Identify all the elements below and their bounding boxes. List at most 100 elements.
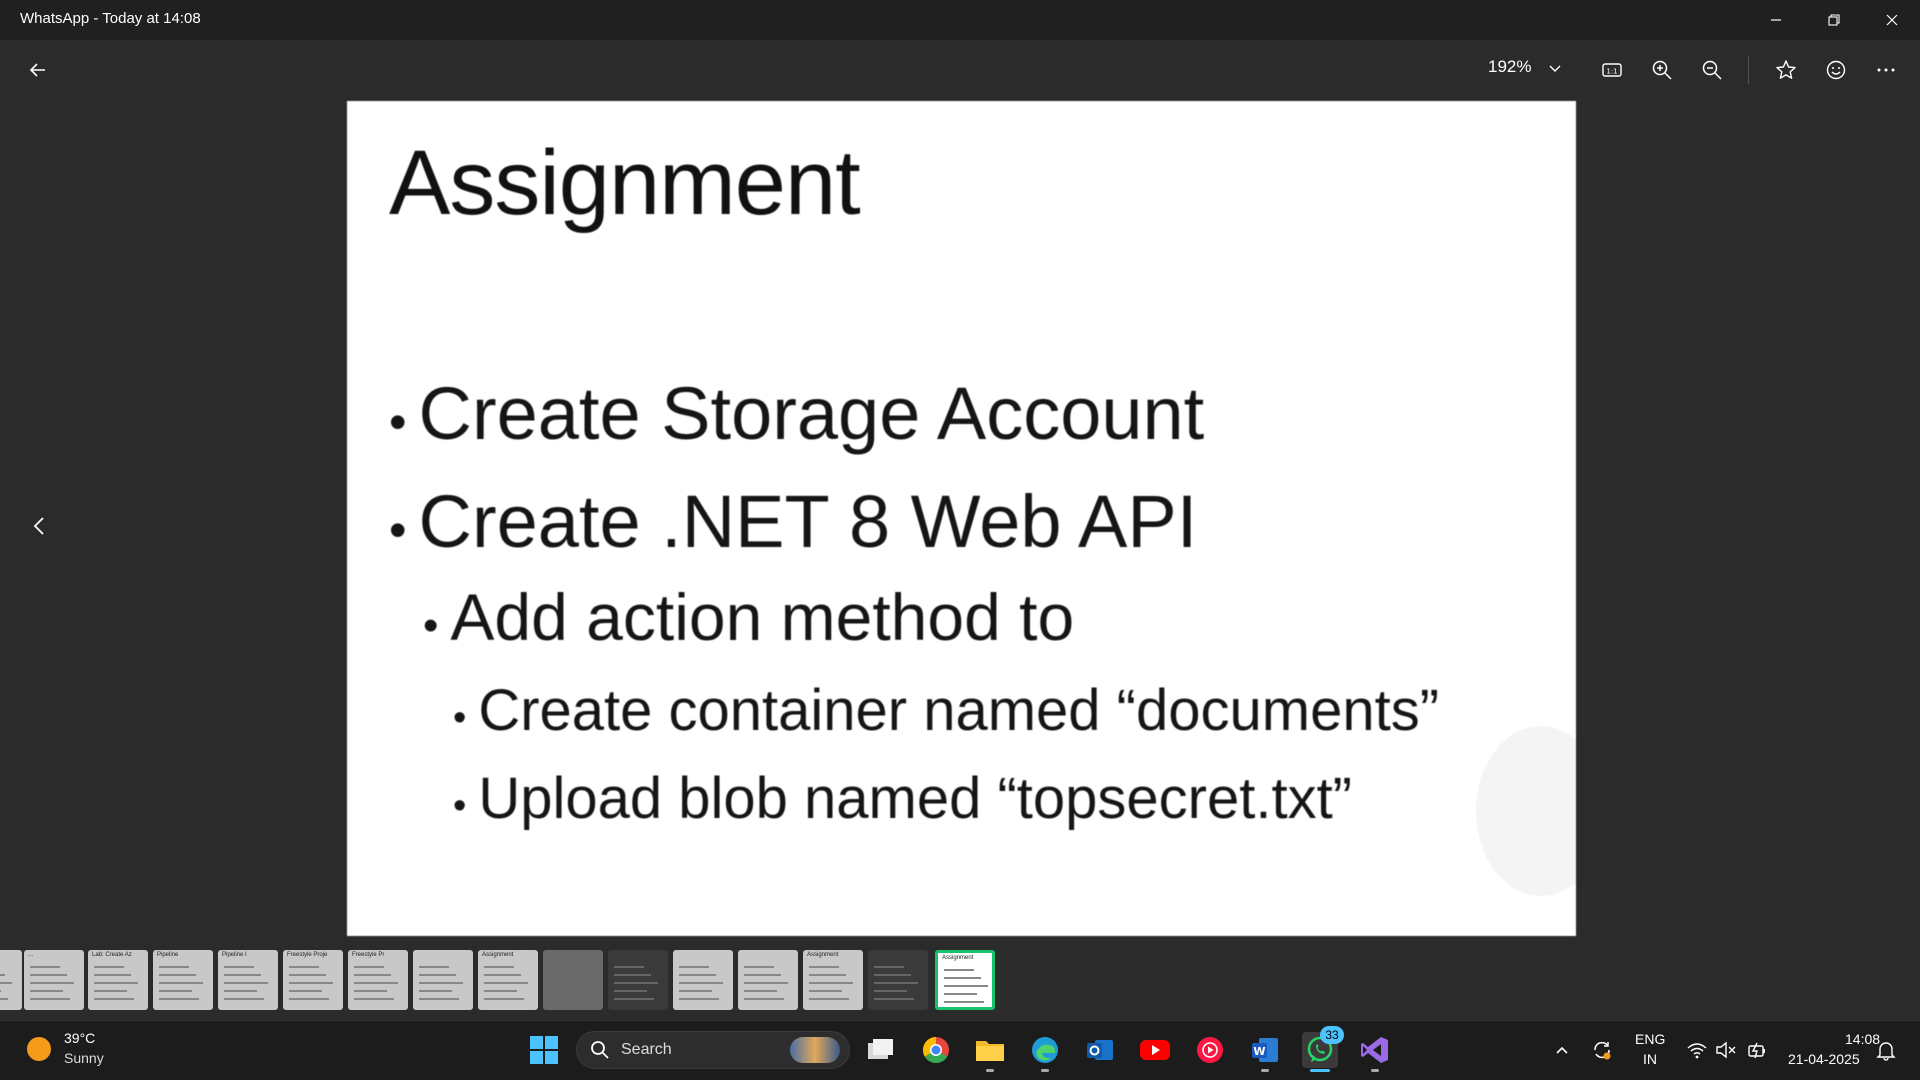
- thumbnail-text-line: [419, 982, 463, 984]
- start-button[interactable]: [526, 1032, 562, 1068]
- volume-button[interactable]: [1714, 1038, 1738, 1062]
- filmstrip-thumbnail-active[interactable]: Assignment: [935, 950, 995, 1010]
- filmstrip-thumbnail[interactable]: Assignment: [803, 950, 863, 1010]
- thumbnail-text-line: [944, 985, 988, 987]
- word-icon: W: [1252, 1038, 1278, 1062]
- filmstrip-thumbnail[interactable]: [868, 950, 928, 1010]
- thumbnail-text-line: [874, 990, 907, 992]
- zoom-out-button[interactable]: [1692, 50, 1732, 90]
- actual-size-button[interactable]: 1:1: [1592, 50, 1632, 90]
- thumbnail-text-line: [679, 982, 723, 984]
- thumbnail-text-line: [484, 974, 521, 976]
- thumbnail-text-line: [224, 974, 261, 976]
- taskbar-outlook[interactable]: [1082, 1032, 1118, 1068]
- thumbnail-text-line: [159, 966, 189, 968]
- thumbnail-text-line: [159, 998, 199, 1000]
- viewer-toolbar: 1:1: [0, 40, 1920, 100]
- minimize-button[interactable]: [1748, 0, 1804, 40]
- zoom-in-button[interactable]: [1642, 50, 1682, 90]
- language-region[interactable]: IN: [1643, 1051, 1657, 1067]
- minimize-icon: [1771, 19, 1781, 21]
- filmstrip-thumbnail[interactable]: [738, 950, 798, 1010]
- taskbar-youtube[interactable]: [1137, 1032, 1173, 1068]
- taskbar-word[interactable]: W: [1247, 1032, 1283, 1072]
- filmstrip-thumbnail[interactable]: Freestyle Pr: [348, 950, 408, 1010]
- svg-text:W: W: [1253, 1045, 1265, 1058]
- chevron-down-icon[interactable]: [1545, 58, 1565, 78]
- taskbar-youtube-music[interactable]: [1192, 1032, 1228, 1068]
- filmstrip-thumbnail[interactable]: [543, 950, 603, 1010]
- slide-bullet: • Create .NET 8 Web API: [389, 479, 1197, 564]
- taskbar: [0, 1020, 1920, 1080]
- filmstrip-thumbnail[interactable]: [673, 950, 733, 1010]
- previous-image-button[interactable]: [24, 508, 56, 544]
- weather-temperature[interactable]: 39°C: [64, 1030, 95, 1046]
- thumbnail-text-line: [419, 998, 459, 1000]
- windows-logo-icon: [530, 1036, 558, 1064]
- thumbnail-text-line: [94, 982, 138, 984]
- arrow-left-icon: [29, 63, 45, 77]
- filmstrip-thumbnail[interactable]: Freestyle Proje: [283, 950, 343, 1010]
- running-indicator: [1261, 1069, 1269, 1072]
- bullet-text: Add action method to: [450, 580, 1075, 654]
- thumbnail-text-line: [0, 998, 8, 1000]
- thumbnail-text-line: [614, 990, 647, 992]
- restore-button[interactable]: [1806, 0, 1862, 40]
- thumbnail-text-line: [94, 974, 131, 976]
- thumbnail-text-line: [289, 966, 319, 968]
- thumbnail-text-line: [224, 966, 254, 968]
- thumbnail-label: Assignment: [942, 955, 974, 961]
- bullet-dot: •: [453, 785, 467, 827]
- filmstrip-thumbnail[interactable]: ...: [24, 950, 84, 1010]
- taskbar-file-explorer[interactable]: [972, 1032, 1008, 1072]
- chevron-up-icon: [1556, 1046, 1568, 1054]
- sun-icon[interactable]: [27, 1037, 51, 1061]
- react-button[interactable]: [1816, 50, 1856, 90]
- thumbnail-text-line: [419, 966, 449, 968]
- language-indicator[interactable]: ENG: [1635, 1031, 1665, 1047]
- thumbnail-text-line: [0, 990, 1, 992]
- bullet-dot: •: [453, 697, 467, 739]
- close-button[interactable]: [1864, 0, 1920, 40]
- thumbnail-text-line: [744, 974, 781, 976]
- filmstrip-thumbnail[interactable]: Assignment: [478, 950, 538, 1010]
- back-button[interactable]: [18, 50, 58, 90]
- search-label[interactable]: Search: [621, 1041, 672, 1059]
- thumbnail-text-line: [289, 974, 326, 976]
- favorite-button[interactable]: [1766, 50, 1806, 90]
- thumbnail-text-line: [94, 990, 127, 992]
- search-icon: [591, 1041, 609, 1059]
- taskbar-edge[interactable]: [1027, 1032, 1063, 1072]
- bullet-text: Create container named “documents”: [478, 678, 1440, 743]
- image-canvas[interactable]: Assignment • Create Storage Account • Crea…: [347, 101, 1576, 936]
- notifications-button[interactable]: [1874, 1038, 1898, 1062]
- thumbnail-text-line: [744, 982, 788, 984]
- weather-condition[interactable]: Sunny: [64, 1050, 104, 1066]
- thumbnail-text-line: [744, 966, 774, 968]
- toolbar-divider: [1748, 56, 1749, 84]
- task-view-button[interactable]: [862, 1032, 898, 1068]
- more-button[interactable]: [1866, 50, 1906, 90]
- sync-tray-button[interactable]: [1590, 1038, 1614, 1062]
- filmstrip-thumbnail[interactable]: [608, 950, 668, 1010]
- svg-text:1:1: 1:1: [1606, 68, 1617, 76]
- taskbar-chrome[interactable]: [918, 1032, 954, 1068]
- youtube-icon: [1140, 1040, 1170, 1060]
- battery-button[interactable]: [1745, 1038, 1769, 1062]
- wifi-button[interactable]: [1685, 1038, 1709, 1062]
- show-hidden-icons-button[interactable]: [1550, 1038, 1574, 1062]
- filmstrip-thumbnail[interactable]: Pipeline: [153, 950, 213, 1010]
- zoom-level-dropdown[interactable]: 192%: [1488, 57, 1531, 77]
- more-icon: [1877, 68, 1895, 72]
- filmstrip-thumbnail[interactable]: Pipeline I: [218, 950, 278, 1010]
- filmstrip-thumbnail[interactable]: ...: [0, 950, 22, 1010]
- taskbar-visual-studio[interactable]: [1357, 1032, 1393, 1072]
- thumbnail-label: Lab: Create Az: [92, 952, 132, 958]
- thumbnail-text-line: [874, 982, 918, 984]
- clock-date[interactable]: 21-04-2025: [1788, 1051, 1860, 1067]
- wifi-icon: [1687, 1043, 1707, 1059]
- filmstrip-thumbnail[interactable]: Lab: Create Az: [88, 950, 148, 1010]
- thumbnail-text-line: [809, 966, 839, 968]
- filmstrip-thumbnail[interactable]: [413, 950, 473, 1010]
- slide-artifact: [1476, 726, 1576, 896]
